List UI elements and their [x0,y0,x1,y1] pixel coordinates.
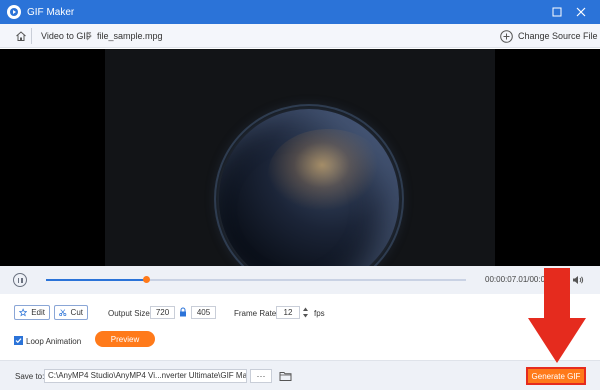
width-input[interactable]: 720 [150,306,175,319]
height-input[interactable]: 405 [191,306,216,319]
maximize-button[interactable] [545,0,569,24]
close-icon [576,7,586,17]
video-preview [0,49,600,266]
cut-button[interactable]: Cut [54,305,88,320]
close-button[interactable] [569,0,593,24]
app-logo-icon [7,5,21,19]
progress-track[interactable] [46,276,466,283]
save-to-label: Save to: [15,372,45,381]
preview-button[interactable]: Preview [95,331,155,347]
settings-panel: Edit Cut Output Size: 720 405 Frame Rate… [0,294,600,360]
breadcrumb-item-file: file_sample.mpg [97,31,163,41]
change-source-label: Change Source File [518,31,598,41]
window-title: GIF Maker [27,6,75,18]
breadcrumb-item-video-to-gif[interactable]: Video to GIF [41,31,91,41]
frame-rate-input[interactable]: 12 [276,306,300,319]
edit-star-icon [19,308,28,317]
loop-animation-checkbox[interactable] [14,336,23,345]
cut-label: Cut [70,308,83,317]
city-lights [268,129,388,219]
plus-circle-icon [500,29,513,43]
frame-rate-spinner[interactable] [302,306,309,319]
frame-rate-label: Frame Rate: [234,309,279,318]
red-arrow-annotation [528,268,586,363]
chevron-right-icon [86,31,92,41]
scissors-icon [59,309,67,317]
maximize-icon [552,7,562,17]
generate-gif-button[interactable]: Generate GIF [526,367,586,385]
title-bar: GIF Maker [0,0,600,24]
loop-animation-label: Loop Animation [26,337,82,346]
browse-more-button[interactable]: ··· [250,369,272,383]
edit-label: Edit [31,308,45,317]
playback-bar: 00:00:07.01/00:00:30.00 [0,266,600,294]
save-path-field[interactable]: C:\AnyMP4 Studio\AnyMP4 Vi...nverter Ult… [44,369,247,383]
fps-label: fps [314,309,325,318]
breadcrumb: Video to GIF file_sample.mpg Change Sour… [0,24,600,48]
progress-fill [46,279,147,281]
progress-handle[interactable] [143,276,151,283]
edit-button[interactable]: Edit [14,305,50,320]
check-icon [15,338,22,344]
change-source-button[interactable]: Change Source File [500,29,598,43]
breadcrumb-divider [31,28,32,44]
folder-icon[interactable] [279,370,292,382]
output-size-label: Output Size: [108,309,153,318]
save-bar: Save to: C:\AnyMP4 Studio\AnyMP4 Vi...nv… [0,360,600,390]
lock-icon[interactable] [179,307,187,317]
home-icon[interactable] [15,30,27,42]
pause-icon[interactable] [13,273,27,287]
